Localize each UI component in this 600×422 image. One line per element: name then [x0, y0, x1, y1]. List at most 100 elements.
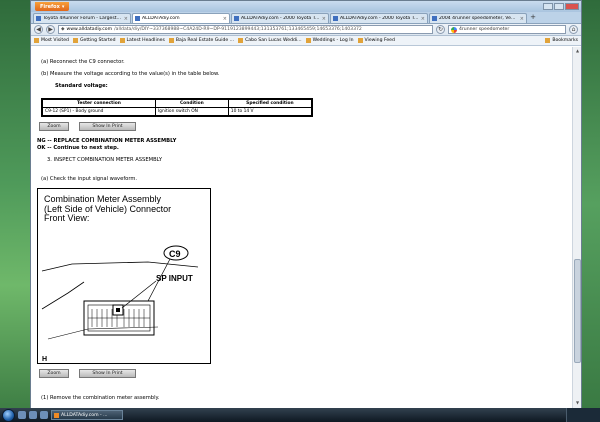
scrollbar-thumb[interactable] [574, 259, 581, 363]
firefox-window: Firefox ▾ Toyota 4Runner Forum - Largest… [30, 0, 582, 408]
close-tab-icon[interactable]: × [421, 16, 425, 22]
favicon-icon [135, 16, 140, 21]
show-in-print-button[interactable]: Show In Print [79, 122, 136, 131]
firefox-menu-label: Firefox [40, 3, 60, 10]
tab-label: ALLDATAdiy.com - 2000 Toyota Truc... [340, 16, 419, 21]
bookmark-label: Latest Headlines [126, 38, 165, 43]
tab-alldatadiy-2[interactable]: ALLDATAdiy.com - 2000 Toyota Truc... × [231, 13, 329, 23]
bookmark-cabo-weddings[interactable]: Cabo San Lucas Weddi... [238, 38, 302, 43]
quick-launch-icon[interactable] [18, 411, 26, 419]
tab-label: Toyota 4Runner Forum - Largest 4Ru... [43, 16, 122, 21]
title-bar: Firefox ▾ [31, 1, 581, 12]
windows-taskbar: ALLDATAdiy.com - ... [0, 408, 600, 422]
table-cell: Ignition switch ON [154, 107, 229, 117]
bookmark-viewing-feed[interactable]: Viewing Feed [357, 38, 395, 43]
bookmark-label: Most Visited [41, 38, 69, 43]
table-cell: C9-12 (SP1) - Body ground [41, 107, 156, 117]
new-tab-button[interactable]: + [528, 13, 538, 23]
system-tray[interactable] [566, 408, 600, 422]
table-row: C9-12 (SP1) - Body ground Ignition switc… [41, 107, 313, 117]
bookmark-label: Cabo San Lucas Weddi... [245, 38, 302, 43]
close-tab-icon[interactable]: × [223, 16, 227, 22]
bookmarks-toolbar: Most Visited Getting Started Latest Head… [31, 36, 581, 46]
sp-input-label: SP INPUT [156, 274, 193, 283]
firefox-menu-button[interactable]: Firefox ▾ [35, 2, 70, 11]
search-box[interactable]: 4runner speedometer [448, 25, 566, 34]
connector-label: C9 [169, 249, 181, 259]
url-path: /alldata/diy/DIY~337368988~C4A24D-R9~DP-… [114, 27, 362, 32]
tab-4runner-forum[interactable]: Toyota 4Runner Forum - Largest 4Ru...× [33, 13, 131, 23]
table-header: Specified condition [227, 98, 313, 108]
table-header: Tester connection [41, 98, 156, 108]
bookmark-icon [357, 38, 363, 43]
bookmarks-menu[interactable]: Bookmarks [545, 38, 578, 43]
favicon-icon [36, 16, 41, 21]
show-in-print-button[interactable]: Show In Print [79, 369, 136, 378]
scroll-down-arrow-icon[interactable]: ▼ [574, 400, 581, 407]
ng-result-line: NG -- REPLACE COMBINATION METER ASSEMBLY [37, 138, 177, 144]
tab-alldatadiy-3[interactable]: ALLDATAdiy.com - 2000 Toyota Truc... × [330, 13, 428, 23]
tab-label: ALLDATAdiy.com - 2000 Toyota Truc... [241, 16, 320, 21]
chevron-down-icon: ▾ [61, 3, 65, 10]
zoom-button[interactable]: Zoom [39, 369, 69, 378]
bookmark-latest-headlines[interactable]: Latest Headlines [119, 38, 165, 43]
quick-launch-icon[interactable] [29, 411, 37, 419]
navigation-toolbar: ◀ ▶ ◆ www.alldatadiy.com /alldata/diy/DI… [31, 24, 581, 36]
ok-result-line: OK -- Continue to next step. [37, 145, 119, 151]
page-content: (a) Reconnect the C9 connector. (b) Meas… [31, 47, 573, 408]
bookmark-label: Weddings - Log In [312, 38, 354, 43]
taskbar-item-label: ALLDATAdiy.com - ... [61, 412, 108, 418]
bookmark-icon [34, 38, 39, 43]
tab-speedometer[interactable]: 2004 4runner speedometer, Vehicle (...× [429, 13, 527, 23]
desktop-background-right [580, 0, 600, 408]
forward-button[interactable]: ▶ [46, 25, 55, 34]
desktop-background-left [0, 0, 32, 408]
bookmark-label: Baja Real Estate Guide ... [175, 38, 235, 43]
firefox-icon [54, 412, 59, 418]
standard-voltage-heading: Standard voltage: [55, 83, 108, 89]
bookmark-weddings-login[interactable]: Weddings - Log In [305, 38, 354, 43]
search-input[interactable]: 4runner speedometer [459, 27, 509, 32]
table-header: Condition [154, 98, 229, 108]
taskbar-firefox-item[interactable]: ALLDATAdiy.com - ... [51, 410, 123, 420]
site-identity-icon[interactable]: ◆ [61, 27, 65, 32]
bookmark-icon [238, 38, 244, 43]
bookmarks-menu-label: Bookmarks [552, 38, 578, 43]
zoom-button[interactable]: Zoom [39, 122, 69, 131]
step-1-remove: (1) Remove the combination meter assembl… [41, 395, 160, 401]
start-orb-icon[interactable] [2, 408, 15, 422]
minimize-button[interactable] [543, 3, 553, 10]
bookmark-icon [305, 38, 311, 43]
tab-alldatadiy-active[interactable]: ALLDATAdiy.com × [132, 13, 230, 23]
bookmark-getting-started[interactable]: Getting Started [72, 38, 116, 43]
google-icon[interactable] [451, 26, 457, 33]
rss-icon [119, 38, 125, 43]
close-tab-icon[interactable]: × [322, 16, 326, 22]
favicon-icon [234, 16, 239, 21]
bookmark-baja-real-estate[interactable]: Baja Real Estate Guide ... [168, 38, 235, 43]
bookmark-icon [72, 38, 78, 43]
window-controls [543, 3, 579, 10]
step-b-measure: (b) Measure the voltage according to the… [41, 71, 220, 77]
close-tab-icon[interactable]: × [124, 16, 128, 22]
bookmarks-menu-icon [545, 38, 551, 43]
back-button[interactable]: ◀ [34, 25, 43, 34]
url-bar[interactable]: ◆ www.alldatadiy.com /alldata/diy/DIY~33… [58, 25, 433, 34]
bookmark-label: Getting Started [79, 38, 116, 43]
favicon-icon [333, 16, 338, 21]
maximize-button[interactable] [554, 3, 564, 10]
home-button[interactable]: ⌂ [569, 25, 578, 34]
tab-label: ALLDATAdiy.com [142, 16, 180, 21]
corner-label: H [42, 356, 47, 363]
bookmark-icon [168, 38, 174, 43]
step-a-reconnect: (a) Reconnect the C9 connector. [41, 59, 125, 65]
reload-button[interactable]: ↻ [436, 25, 445, 34]
connector-diagram: Combination Meter Assembly (Left Side of… [37, 188, 211, 364]
close-window-button[interactable] [565, 3, 579, 10]
scroll-up-arrow-icon[interactable]: ▲ [574, 48, 581, 55]
close-tab-icon[interactable]: × [520, 16, 524, 22]
vertical-scrollbar[interactable]: ▲ ▼ [572, 47, 581, 408]
url-domain: www.alldatadiy.com [66, 27, 113, 32]
quick-launch-icon[interactable] [40, 411, 48, 419]
bookmark-most-visited[interactable]: Most Visited [34, 38, 69, 43]
